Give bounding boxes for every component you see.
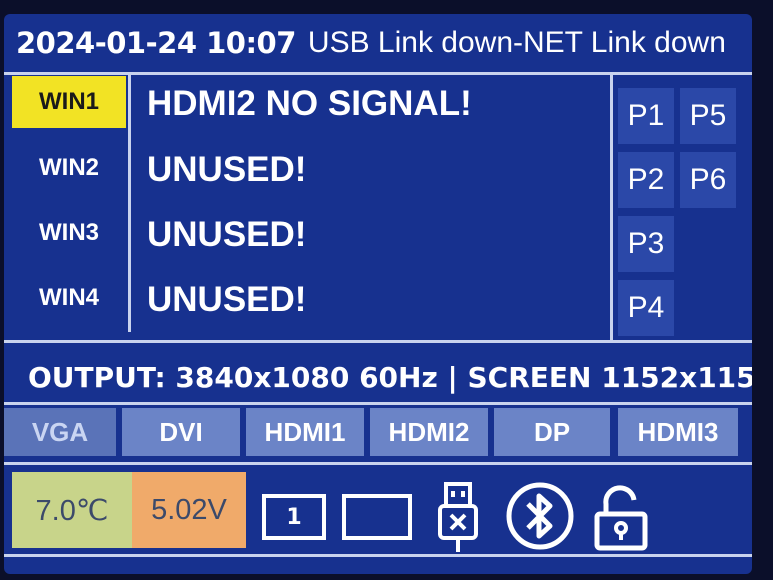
layer-number: 1: [286, 504, 302, 530]
output-divider-bottom: [4, 402, 752, 405]
input-hdmi2[interactable]: HDMI2: [370, 408, 488, 456]
output-info: OUTPUT: 3840x1080 60Hz | SCREEN 1152x115…: [28, 360, 752, 394]
input-dp[interactable]: DP: [494, 408, 610, 456]
status-header: 2024-01-24 10:07 USB Link down-NET Link …: [4, 14, 752, 72]
preset-p4[interactable]: P4: [618, 280, 674, 336]
preset-divider: [610, 74, 613, 342]
input-vga[interactable]: VGA: [4, 408, 116, 456]
bottom-divider: [4, 554, 752, 557]
temperature-readout: 7.0℃: [12, 472, 132, 548]
win1-status: HDMI2 NO SIGNAL!: [147, 84, 472, 123]
link-status: USB Link down-NET Link down: [307, 26, 726, 59]
win3-status: UNUSED!: [147, 215, 307, 254]
preset-p1[interactable]: P1: [618, 88, 674, 144]
preset-p3[interactable]: P3: [618, 216, 674, 272]
datetime: 2024-01-24 10:07: [16, 26, 296, 60]
input-divider: [4, 462, 752, 465]
bluetooth-icon: [506, 482, 574, 550]
input-hdmi3[interactable]: HDMI3: [618, 408, 738, 456]
output-divider-top: [4, 340, 752, 343]
win1-tab[interactable]: WIN1: [12, 76, 126, 128]
win2-status: UNUSED!: [147, 150, 307, 189]
device-screen: 2024-01-24 10:07 USB Link down-NET Link …: [4, 14, 752, 574]
win4-tab[interactable]: WIN4: [12, 272, 126, 324]
preset-p2[interactable]: P2: [618, 152, 674, 208]
empty-box-icon: [342, 494, 412, 540]
window-divider: [128, 74, 131, 332]
voltage-readout: 5.02V: [132, 472, 246, 548]
input-dvi[interactable]: DVI: [122, 408, 240, 456]
layer-box-icon: 1: [262, 494, 326, 540]
preset-p6[interactable]: P6: [680, 152, 736, 208]
win3-tab[interactable]: WIN3: [12, 207, 126, 259]
preset-p5[interactable]: P5: [680, 88, 736, 144]
win2-tab[interactable]: WIN2: [12, 142, 126, 194]
win4-status: UNUSED!: [147, 280, 307, 319]
usb-icon: [438, 482, 478, 552]
unlock-icon: [594, 485, 648, 551]
input-hdmi1[interactable]: HDMI1: [246, 408, 364, 456]
